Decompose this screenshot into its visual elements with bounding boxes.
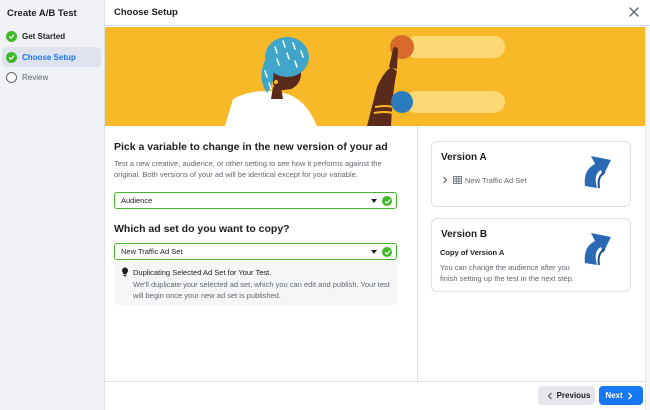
banner-illustration	[105, 27, 645, 126]
check-circle-icon	[382, 196, 392, 206]
page-title: Choose Setup	[114, 7, 178, 18]
notice-title: Duplicating Selected Ad Set for Your Tes…	[133, 268, 272, 277]
adset-select-value: New Traffic Ad Set	[121, 247, 183, 256]
sidebar-title: Create A/B Test	[7, 8, 77, 19]
step-label: Review	[22, 72, 49, 82]
variable-description: Test a new creative, audience, or other …	[114, 159, 382, 179]
step-label: Choose Setup	[22, 52, 76, 62]
chevron-right-icon[interactable]	[442, 176, 448, 184]
previous-button[interactable]: Previous	[538, 386, 595, 405]
lightbulb-icon	[122, 267, 128, 277]
empty-circle-icon	[6, 71, 17, 83]
notice-body: We'll duplicate your selected ad set, wh…	[133, 280, 390, 300]
variable-section-title: Pick a variable to change in the new ver…	[114, 141, 388, 153]
next-button-label: Next	[605, 391, 623, 400]
version-b-title: Version B	[441, 229, 488, 240]
check-circle-icon	[6, 30, 17, 42]
scrollbar[interactable]	[645, 26, 650, 410]
version-a-card: Version A New Traffic Ad Set	[431, 141, 631, 207]
caret-down-icon	[371, 250, 377, 254]
version-a-adset: New Traffic Ad Set	[465, 176, 527, 185]
column-divider	[417, 126, 418, 381]
chevron-left-icon	[547, 392, 552, 399]
close-icon[interactable]	[628, 6, 640, 18]
curved-arrow-icon	[584, 156, 611, 189]
next-button[interactable]: Next	[599, 386, 643, 405]
caret-down-icon	[371, 199, 377, 203]
chevron-right-icon	[627, 392, 633, 399]
footer-divider	[105, 381, 645, 382]
step-choose-setup[interactable]: Choose Setup	[2, 47, 101, 67]
previous-button-label: Previous	[556, 391, 591, 400]
step-review[interactable]: Review	[2, 67, 101, 87]
curved-arrow-icon	[584, 233, 611, 266]
version-b-description: You can change the audience after you fi…	[440, 263, 574, 283]
version-b-card: Version B Copy of Version A You can chan…	[431, 218, 631, 292]
check-circle-icon	[382, 247, 392, 257]
version-a-title: Version A	[441, 152, 487, 163]
duplicate-notice: Duplicating Selected Ad Set for Your Tes…	[114, 262, 397, 305]
variable-select-value: Audience	[121, 196, 153, 205]
sidebar: Create A/B Test Get Started Choose Setup…	[0, 0, 105, 410]
step-label: Get Started	[22, 31, 66, 41]
variable-select[interactable]: Audience	[114, 192, 397, 209]
grid-icon	[453, 176, 462, 184]
step-get-started[interactable]: Get Started	[2, 26, 101, 46]
adset-select[interactable]: New Traffic Ad Set	[114, 243, 397, 260]
dialog-header: Choose Setup	[105, 0, 650, 26]
copy-section-title: Which ad set do you want to copy?	[114, 223, 290, 235]
check-circle-icon	[6, 51, 17, 63]
version-b-subtitle: Copy of Version A	[440, 248, 505, 257]
